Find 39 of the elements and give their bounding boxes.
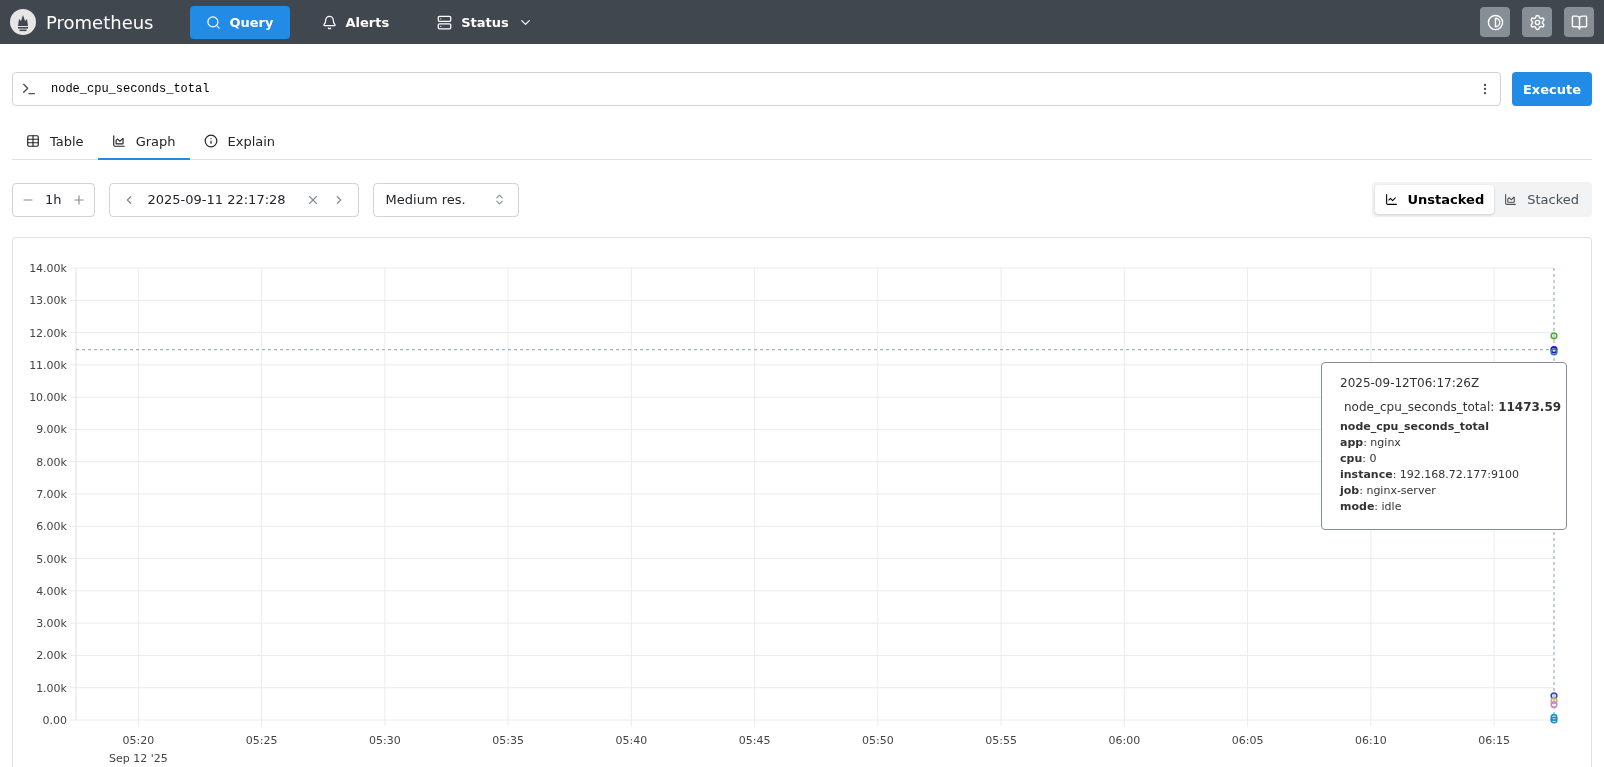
tooltip-label: job: nginx-server bbox=[1340, 483, 1437, 499]
y-tick-label: 3.00k bbox=[36, 617, 67, 631]
x-tick-label: 05:30 bbox=[369, 734, 401, 747]
y-tick-label: 8.00k bbox=[36, 455, 67, 469]
x-tick-label: 05:50 bbox=[862, 734, 894, 747]
y-tick-label: 4.00k bbox=[36, 584, 67, 598]
x-tick-label: 05:35 bbox=[492, 734, 524, 747]
tooltip-metric: node_cpu_seconds_total bbox=[1340, 419, 1491, 435]
tooltip-series: node_cpu_seconds_total: 11473.59 bbox=[1344, 399, 1562, 415]
tooltip-label: instance: 192.168.72.177:9100 bbox=[1340, 467, 1521, 483]
y-tick-label: 1.00k bbox=[36, 681, 67, 695]
x-tick-label: 05:20 bbox=[122, 734, 155, 747]
x-tick-label: 06:00 bbox=[1108, 734, 1141, 747]
x-tick-label: 06:10 bbox=[1355, 734, 1387, 747]
x-tick-label: 05:40 bbox=[615, 734, 648, 747]
x-tick-label: 05:45 bbox=[738, 734, 771, 747]
y-tick-label: 10.00k bbox=[29, 391, 67, 405]
range-value: 1h bbox=[45, 192, 62, 207]
x-tick-label: 06:15 bbox=[1478, 734, 1510, 747]
x-tick-label: 05:25 bbox=[245, 734, 278, 747]
x-tick-label: 06:05 bbox=[1231, 734, 1264, 747]
x-tick-label: 05:55 bbox=[985, 734, 1017, 747]
y-tick-label: 11.00k bbox=[29, 358, 67, 372]
y-tick-label: 7.00k bbox=[36, 488, 67, 501]
y-tick-label: 9.00k bbox=[36, 423, 67, 437]
y-tick-label: 12.00k bbox=[29, 326, 67, 340]
brand-name: Prometheus bbox=[46, 11, 154, 33]
y-tick-label: 2.00k bbox=[36, 649, 67, 663]
tooltip-time: 2025-09-12T06:17:26Z bbox=[1340, 375, 1481, 391]
y-tick-label: 5.00k bbox=[36, 552, 67, 566]
tooltip-label: app: nginx bbox=[1340, 435, 1402, 451]
tooltip-label: cpu: 0 bbox=[1340, 451, 1378, 467]
y-tick-label: 14.00k bbox=[29, 262, 67, 275]
y-tick-label: 13.00k bbox=[29, 294, 67, 308]
y-tick-label: 0.00 bbox=[42, 714, 67, 727]
tooltip-label: mode: idle bbox=[1340, 499, 1403, 515]
end-time-value: 2025-09-11 22:17:28 bbox=[147, 192, 286, 207]
date-label: Sep 12 '25 bbox=[109, 752, 168, 765]
y-tick-label: 6.00k bbox=[36, 520, 67, 534]
